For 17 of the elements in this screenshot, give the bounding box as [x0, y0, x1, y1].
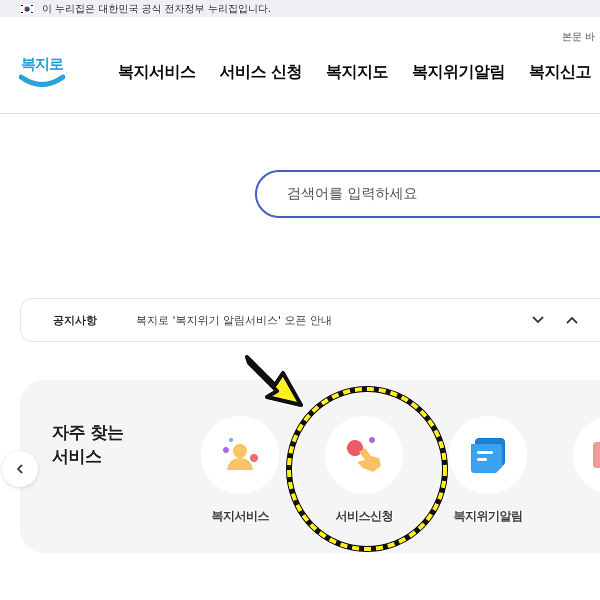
nav-link[interactable]: 복지서비스	[118, 62, 196, 82]
government-banner-text: 이 누리집은 대한민국 공식 전자정부 누리집입니다.	[42, 2, 272, 16]
notice-label: 공지사항	[53, 312, 98, 328]
nav-link[interactable]: 복지지도	[326, 62, 388, 82]
smile-icon	[19, 74, 65, 88]
nav-link[interactable]: 복지신고	[529, 62, 592, 82]
search-field[interactable]: 검색어를 입력하세요	[255, 170, 600, 218]
skip-link[interactable]: 본문 바	[562, 30, 596, 44]
section-title: 자주 찾는 서비스	[52, 422, 124, 469]
service-label[interactable]: 복지위기알림	[454, 508, 522, 525]
nav-link[interactable]: 복지위기알림	[412, 62, 506, 82]
nav-link[interactable]: 서비스 신청	[220, 62, 302, 82]
service-label[interactable]: 서비스신청	[335, 508, 393, 525]
pointer-arrow	[245, 355, 303, 407]
notice-text[interactable]: 복지로 '복지위기 알림서비스' 오픈 안내	[136, 312, 531, 328]
service-label[interactable]: 복지서비스	[211, 508, 269, 525]
flag-icon	[20, 4, 34, 14]
